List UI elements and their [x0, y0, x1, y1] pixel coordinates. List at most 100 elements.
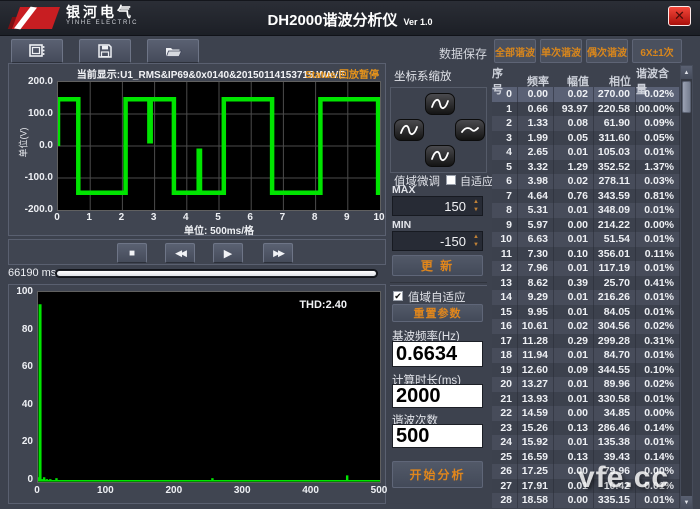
cell-amplitude: 0.00 [554, 493, 594, 508]
scrollbar-thumb[interactable] [682, 81, 691, 113]
update-button[interactable]: 更 新 [392, 255, 483, 276]
spin-up-icon[interactable]: ▲ [473, 233, 479, 241]
table-row[interactable]: 2415.920.01135.380.01% [492, 435, 680, 450]
table-row[interactable]: 10.6693.97220.58100.00% [492, 102, 680, 117]
zoom-left-button[interactable] [394, 119, 424, 141]
table-row[interactable]: 1711.280.29299.280.31% [492, 334, 680, 349]
table-row[interactable]: 2617.250.0079.960.00% [492, 464, 680, 479]
cell-phase: 84.05 [594, 305, 636, 320]
zoom-up-button[interactable] [425, 93, 455, 115]
waveform-plot[interactable] [57, 81, 381, 211]
filter-all-harmonics-button[interactable]: 全部谐波 [494, 39, 536, 63]
cell-amplitude: 0.02 [554, 87, 594, 102]
table-row[interactable]: 2214.590.0034.850.00% [492, 406, 680, 421]
table-row[interactable]: 149.290.01216.260.01% [492, 290, 680, 305]
harmonic-count-input[interactable] [392, 424, 483, 448]
close-button[interactable]: ✕ [668, 6, 691, 26]
table-row[interactable]: 2113.930.01330.580.01% [492, 392, 680, 407]
spectrum-panel: THD:2.40 1008060402000100200300400500 [8, 284, 386, 504]
table-row[interactable]: 1610.610.02304.560.02% [492, 319, 680, 334]
cell-index: 9 [492, 218, 518, 233]
table-row[interactable]: 42.650.01105.030.01% [492, 145, 680, 160]
cell-content: 0.14% [636, 450, 680, 465]
page-title: DH2000谐波分析仪Ver 1.0 [0, 9, 700, 30]
axis-tick-label: 200 [162, 485, 186, 496]
zoom-down-button[interactable] [425, 145, 455, 167]
table-row[interactable]: 53.321.29352.521.37% [492, 160, 680, 175]
adaptive-checkbox[interactable] [446, 175, 456, 185]
cell-amplitude: 0.01 [554, 290, 594, 305]
filter-odd-harmonics-button[interactable]: 单次谐波 [540, 39, 582, 63]
table-row[interactable]: 1912.600.09344.550.10% [492, 363, 680, 378]
fast-forward-button[interactable]: ▶▶ [263, 243, 293, 263]
axis-tick-label: 8 [307, 212, 323, 223]
cell-frequency: 9.29 [518, 290, 554, 305]
sine-wave-icon [430, 98, 450, 110]
play-button[interactable]: ▶ [213, 243, 243, 263]
table-row[interactable]: 21.330.0861.900.09% [492, 116, 680, 131]
sine-wave-icon [430, 150, 450, 162]
cell-phase: 135.38 [594, 435, 636, 450]
max-spinner[interactable]: ▲ ▼ [473, 198, 479, 214]
table-row[interactable]: 85.310.01348.090.01% [492, 203, 680, 218]
max-input[interactable]: 150 ▲ ▼ [392, 196, 483, 216]
table-row[interactable]: 127.960.01117.190.01% [492, 261, 680, 276]
rewind-button[interactable]: ◀◀ [165, 243, 195, 263]
cell-index: 14 [492, 290, 518, 305]
cell-content: 100.00% [636, 102, 680, 117]
cell-amplitude: 0.29 [554, 334, 594, 349]
filter-even-harmonics-button[interactable]: 偶次谐波 [586, 39, 628, 63]
cell-phase: 84.70 [594, 348, 636, 363]
cell-frequency: 16.59 [518, 450, 554, 465]
spin-up-icon[interactable]: ▲ [473, 198, 479, 206]
cell-phase: 348.09 [594, 203, 636, 218]
zoom-right-button[interactable] [455, 119, 485, 141]
calc-time-input[interactable] [392, 384, 483, 408]
table-row[interactable]: 63.980.02278.110.03% [492, 174, 680, 189]
scroll-down-button[interactable]: ▼ [681, 496, 692, 509]
base-freq-input[interactable] [392, 341, 483, 367]
cell-index: 24 [492, 435, 518, 450]
table-row[interactable]: 1811.940.0184.700.01% [492, 348, 680, 363]
cell-phase: 105.03 [594, 145, 636, 160]
table-row[interactable]: 2315.260.13286.460.14% [492, 421, 680, 436]
waveform-chart [58, 82, 380, 210]
start-analysis-button[interactable]: 开始分析 [392, 461, 483, 488]
axis-tick-label: 100 [9, 286, 33, 297]
table-row[interactable]: 2717.910.0110.420.01% [492, 479, 680, 494]
min-label: MIN [392, 219, 411, 231]
spectrum-plot[interactable] [37, 291, 381, 483]
spin-down-icon[interactable]: ▼ [473, 206, 479, 214]
status-row: 当前显示:U1_RMS&IP69&0x0140&20150114153715.W… [77, 66, 379, 79]
table-scrollbar[interactable]: ▲ ▼ [680, 65, 693, 509]
min-spinner[interactable]: ▲ ▼ [473, 233, 479, 249]
min-input[interactable]: -150 ▲ ▼ [392, 231, 483, 251]
table-row[interactable]: 00.000.02270.000.02% [492, 87, 680, 102]
range-auto-checkbox[interactable]: ✔ [393, 291, 403, 301]
table-row[interactable]: 2516.590.1339.430.14% [492, 450, 680, 465]
cell-phase: 61.90 [594, 116, 636, 131]
filter-6x1-button[interactable]: 6X±1次 [632, 39, 682, 63]
reset-params-button[interactable]: 重置参数 [392, 304, 483, 322]
table-row[interactable]: 2013.270.0189.960.02% [492, 377, 680, 392]
axis-tick-label: -200.0 [11, 204, 53, 215]
device-button[interactable] [11, 39, 63, 63]
table-row[interactable]: 117.300.10356.010.11% [492, 247, 680, 262]
table-row[interactable]: 31.990.05311.600.05% [492, 131, 680, 146]
cell-amplitude: 0.01 [554, 479, 594, 494]
scroll-up-button[interactable]: ▲ [681, 66, 692, 79]
save-button[interactable] [79, 39, 131, 63]
table-row[interactable]: 2818.580.00335.150.01% [492, 493, 680, 508]
playback-progress-slider[interactable] [55, 269, 378, 278]
cell-phase: 278.11 [594, 174, 636, 189]
table-row[interactable]: 95.970.00214.220.00% [492, 218, 680, 233]
spin-down-icon[interactable]: ▼ [473, 241, 479, 249]
table-row[interactable]: 159.950.0184.050.01% [492, 305, 680, 320]
open-file-button[interactable] [147, 39, 199, 63]
table-row[interactable]: 74.640.76343.590.81% [492, 189, 680, 204]
table-row[interactable]: 106.630.0151.540.01% [492, 232, 680, 247]
waveform-x-unit-label: 单位: 500ms/格 [57, 222, 381, 237]
table-row[interactable]: 138.620.3925.700.41% [492, 276, 680, 291]
stop-button[interactable]: ■ [117, 243, 147, 263]
cell-index: 3 [492, 131, 518, 146]
